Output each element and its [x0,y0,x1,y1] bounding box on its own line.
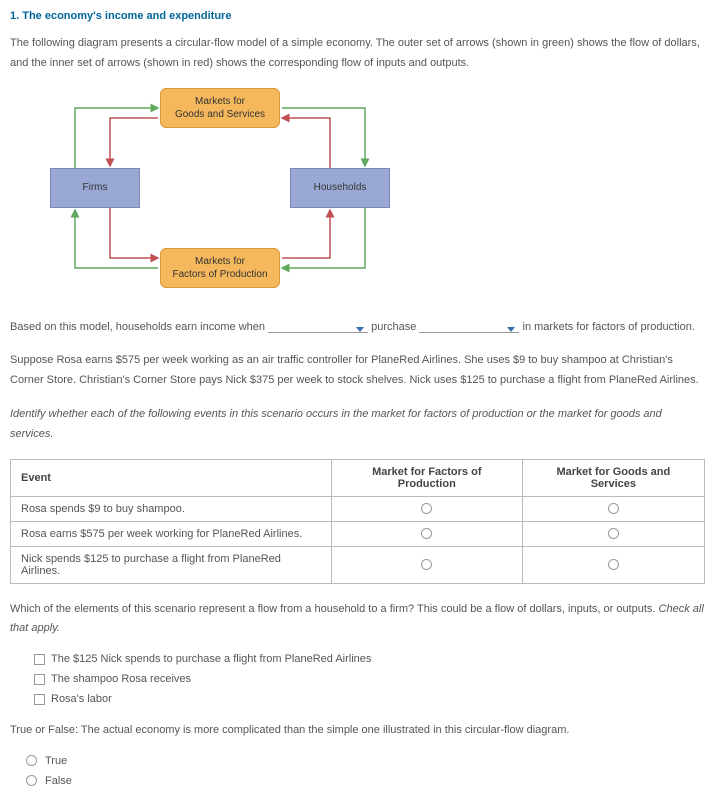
checkbox-option: Rosa's labor [34,693,705,705]
checkbox-option: The shampoo Rosa receives [34,673,705,685]
event-cell: Rosa spends $9 to buy shampoo. [11,496,332,521]
checkbox-0[interactable] [34,654,45,665]
radio-goods-1[interactable] [608,528,619,539]
checkbox-label: Rosa's labor [51,693,112,705]
checkbox-2[interactable] [34,694,45,705]
radio-factors-0[interactable] [421,503,432,514]
which-prompt: Which of the elements of this scenario r… [10,600,705,640]
tf-option-false: False [26,775,705,787]
checkbox-label: The $125 Nick spends to purchase a fligh… [51,653,371,665]
table-row: Rosa earns $575 per week working for Pla… [11,521,705,546]
checkbox-list: The $125 Nick spends to purchase a fligh… [34,653,705,705]
box-households: Households [290,168,390,208]
tf-option-true: True [26,755,705,767]
box-firms: Firms [50,168,140,208]
question-title: 1. The economy's income and expenditure [10,10,705,22]
col-event: Event [11,459,332,496]
radio-false[interactable] [26,775,37,786]
table-row: Nick spends $125 to purchase a flight fr… [11,546,705,583]
fill-in-sentence: Based on this model, households earn inc… [10,318,705,338]
caret-down-icon [507,327,515,332]
radio-factors-2[interactable] [421,559,432,570]
table-row: Rosa spends $9 to buy shampoo. [11,496,705,521]
dropdown-what[interactable] [419,327,519,333]
checkbox-label: The shampoo Rosa receives [51,673,191,685]
dropdown-who[interactable] [268,327,368,333]
caret-down-icon [356,327,364,332]
checkbox-1[interactable] [34,674,45,685]
box-markets-goods: Markets for Goods and Services [160,88,280,128]
radio-goods-2[interactable] [608,559,619,570]
fill-prefix: Based on this model, households earn inc… [10,321,265,333]
identify-prompt: Identify whether each of the following e… [10,405,705,445]
tf-prompt: True or False: The actual economy is mor… [10,721,705,741]
checkbox-option: The $125 Nick spends to purchase a fligh… [34,653,705,665]
which-prompt-text: Which of the elements of this scenario r… [10,603,659,615]
col-factors: Market for Factors of Production [331,459,522,496]
event-table: Event Market for Factors of Production M… [10,459,705,584]
circular-flow-diagram: Markets for Goods and Services Firms Hou… [30,88,410,288]
col-goods: Market for Goods and Services [522,459,704,496]
intro-paragraph: The following diagram presents a circula… [10,34,705,74]
fill-mid: purchase [371,321,416,333]
radio-true-label: True [45,755,67,767]
event-cell: Rosa earns $575 per week working for Pla… [11,521,332,546]
radio-factors-1[interactable] [421,528,432,539]
box-markets-factors: Markets for Factors of Production [160,248,280,288]
tf-options: True False [10,755,705,787]
radio-goods-0[interactable] [608,503,619,514]
scenario-paragraph: Suppose Rosa earns $575 per week working… [10,351,705,391]
radio-false-label: False [45,775,72,787]
radio-true[interactable] [26,755,37,766]
event-cell: Nick spends $125 to purchase a flight fr… [11,546,332,583]
fill-suffix: in markets for factors of production. [523,321,695,333]
